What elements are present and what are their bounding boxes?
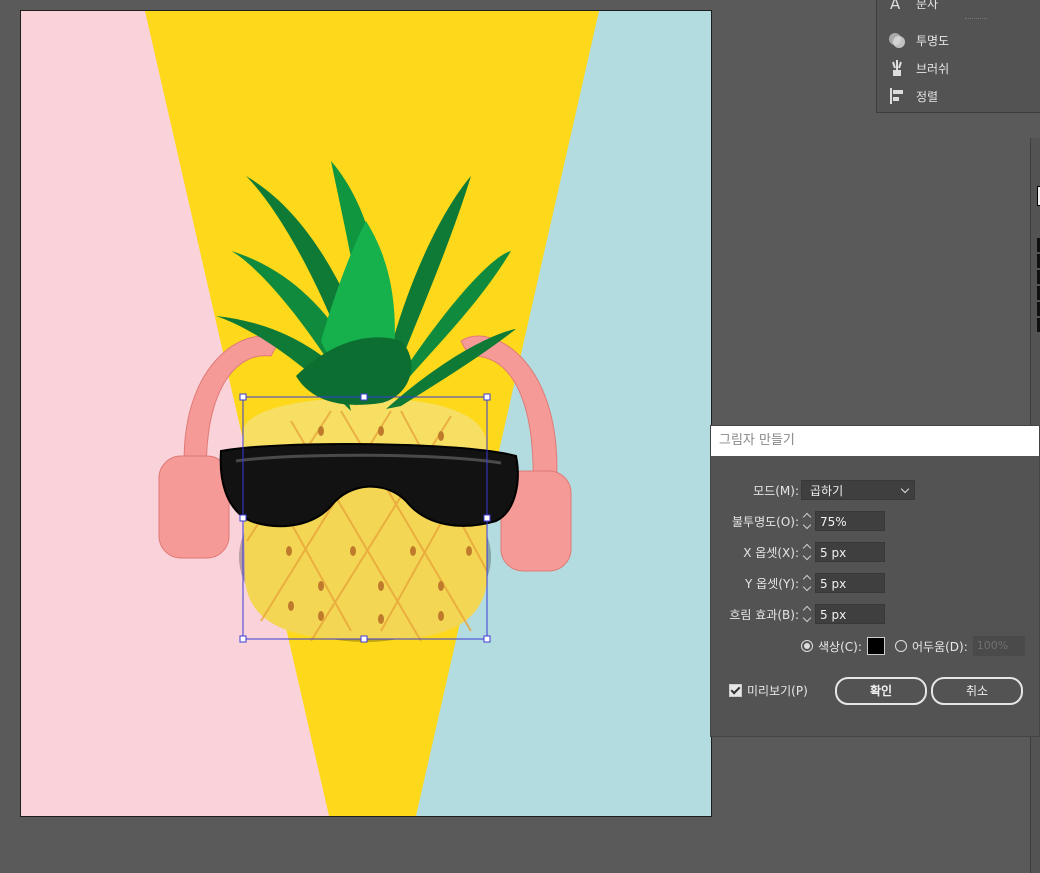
blur-stepper-icon[interactable] (801, 604, 815, 624)
blur-label: 흐림 효과(B): (729, 607, 799, 622)
mode-label: 모드(M): (753, 483, 799, 498)
color-radio[interactable] (801, 640, 813, 652)
opacity-row: 불투명도(O): 75% (711, 510, 885, 532)
panel-item-transparency[interactable]: 투명도 (887, 29, 949, 51)
chevron-down-icon (900, 484, 910, 494)
mode-select[interactable]: 곱하기 (801, 480, 915, 500)
panel-item-type[interactable]: A 문자 (887, 0, 938, 14)
x-offset-field[interactable]: 5 px (815, 542, 885, 562)
cancel-button[interactable]: 취소 (931, 677, 1023, 705)
mode-select-value: 곱하기 (810, 484, 844, 498)
opacity-stepper-icon[interactable] (801, 511, 815, 531)
y-offset-field[interactable]: 5 px (815, 573, 885, 593)
x-offset-row: X 옵셋(X): 5 px (711, 541, 885, 563)
preview-checkbox[interactable] (729, 683, 742, 697)
panel-item-label: 브러쉬 (916, 61, 950, 76)
blur-row: 흐림 효과(B): 5 px (711, 603, 885, 625)
shadow-color-swatch[interactable] (866, 637, 885, 655)
mode-row: 모드(M): (711, 479, 801, 501)
preview-label[interactable]: 미리보기(P) (747, 682, 808, 699)
opacity-label: 불투명도(O): (731, 514, 799, 529)
color-option-row: 색상(C): (801, 635, 885, 657)
ok-button[interactable]: 확인 (835, 677, 927, 705)
darkness-option-row: 어두움(D): 100% (895, 635, 1025, 657)
drop-shadow-dialog: 그림자 만들기 모드(M): 곱하기 불투명도(O): 75% X 옵셋(X):… (710, 425, 1040, 737)
artwork (21, 11, 711, 816)
x-offset-stepper-icon[interactable] (801, 542, 815, 562)
darkness-radio[interactable] (895, 640, 907, 652)
align-icon (887, 86, 907, 106)
dialog-title: 그림자 만들기 (711, 426, 1039, 456)
x-offset-label: X 옵셋(X): (743, 545, 799, 560)
y-offset-stepper-icon[interactable] (801, 573, 815, 593)
color-label: 색상(C): (818, 639, 862, 654)
artboard[interactable] (20, 10, 712, 817)
panel-item-label: 투명도 (916, 33, 950, 48)
opacity-field[interactable]: 75% (815, 511, 885, 531)
y-offset-label: Y 옵셋(Y): (745, 576, 799, 591)
panel-item-label: 정렬 (916, 89, 939, 104)
blur-field[interactable]: 5 px (815, 604, 885, 624)
panel-grip[interactable] (965, 18, 987, 22)
preview-row: 미리보기(P) (729, 679, 808, 701)
type-icon: A (887, 0, 907, 13)
panel-item-brush[interactable]: 브러쉬 (887, 57, 949, 79)
brush-icon (887, 58, 907, 78)
panel-dock: A 문자 투명도 브러쉬 정렬 (876, 0, 1040, 113)
transparency-icon (887, 30, 907, 50)
panel-item-label: 문자 (916, 0, 939, 11)
darkness-field: 100% (972, 636, 1025, 656)
y-offset-row: Y 옵셋(Y): 5 px (711, 572, 885, 594)
svg-text:A: A (890, 0, 901, 13)
panel-item-align[interactable]: 정렬 (887, 85, 938, 107)
darkness-label: 어두움(D): (912, 639, 968, 654)
